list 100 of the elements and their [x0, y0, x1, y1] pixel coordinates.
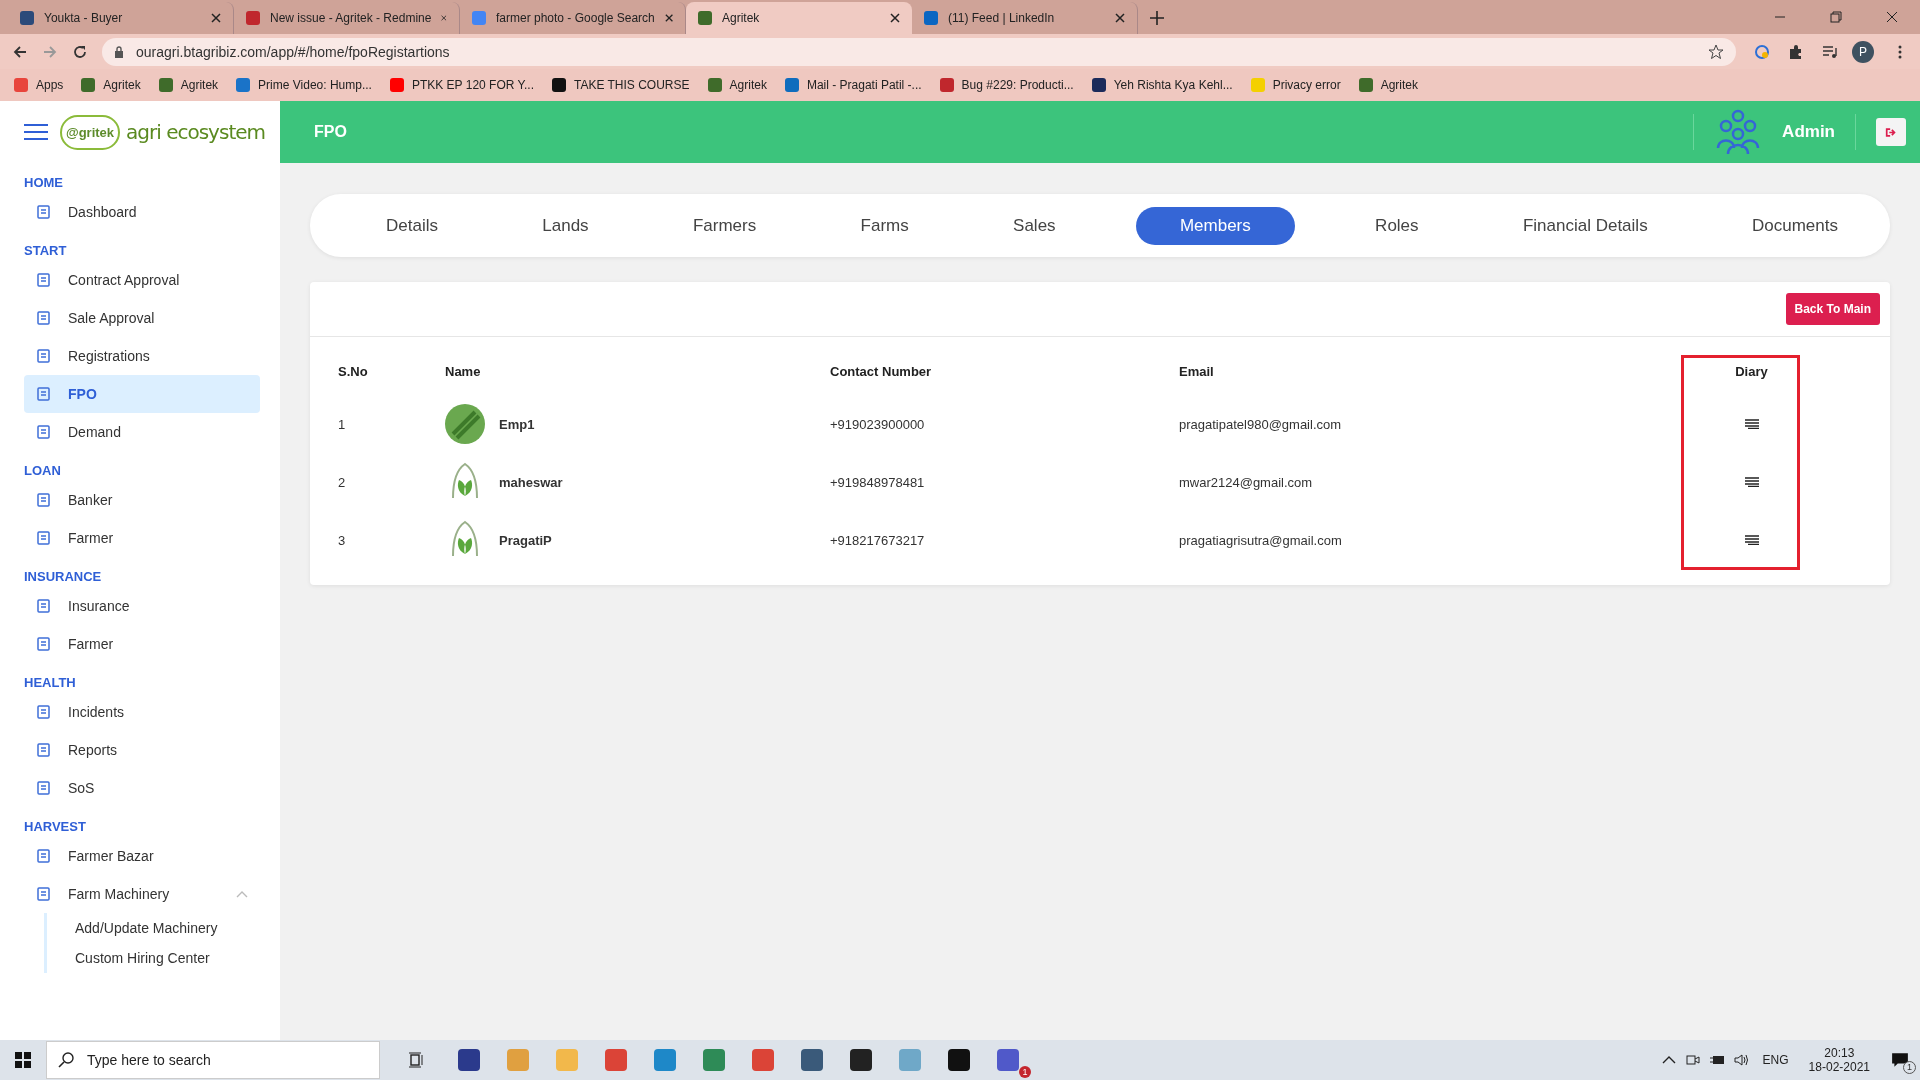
bookmark[interactable]: PTKK EP 120 FOR Y...: [389, 78, 534, 92]
photo-placeholder: [445, 404, 485, 444]
bookmark[interactable]: Prime Video: Hump...: [236, 78, 372, 92]
speaker-icon[interactable]: [1732, 1052, 1749, 1068]
sidebar-item[interactable]: Farmer Bazar: [24, 837, 260, 875]
bookmark[interactable]: Agritek: [1358, 78, 1419, 92]
address-field[interactable]: ouragri.btagribiz.com/app/#/home/fpoRegistartions: [102, 37, 1736, 66]
section-heading: INSURANCE: [24, 568, 103, 586]
bookmark[interactable]: Apps: [14, 78, 64, 92]
camera-icon[interactable]: [1684, 1052, 1701, 1068]
restore-icon[interactable]: [1830, 11, 1842, 23]
notification-icon[interactable]: [1891, 1051, 1909, 1069]
extension-icon[interactable]: [1754, 43, 1770, 60]
sidebar-item[interactable]: Demand: [24, 413, 260, 451]
back-to-main-button[interactable]: Back To Main: [1785, 293, 1880, 325]
tab[interactable]: Farmers: [668, 206, 781, 245]
column-header: Name: [444, 362, 482, 381]
bookmark[interactable]: Privacy error: [1250, 78, 1341, 92]
bookmark[interactable]: Agritek: [707, 78, 767, 92]
table-cell-text: 3: [337, 531, 347, 550]
windows-start-icon[interactable]: [15, 1052, 31, 1068]
close-icon[interactable]: [1886, 11, 1898, 23]
sidebar-item[interactable]: Incidents: [24, 693, 260, 731]
column-header: S.No: [337, 362, 369, 381]
section-heading: HOME: [24, 174, 64, 192]
member-name: Emp1: [499, 416, 535, 432]
close-icon[interactable]: [211, 13, 221, 23]
taskbar-search-field[interactable]: Type here to search: [46, 1041, 380, 1079]
tab[interactable]: Details: [362, 206, 462, 245]
profile-avatar[interactable]: P: [1852, 40, 1874, 63]
language-indicator[interactable]: ENG: [1762, 1053, 1789, 1067]
notification-badge: 1: [1019, 1066, 1031, 1078]
submenu-item[interactable]: Custom Hiring Center: [75, 943, 260, 973]
table-cell-text: mwar2124@gmail.com: [1178, 473, 1314, 492]
close-icon[interactable]: [890, 13, 900, 23]
bookmark[interactable]: Yeh Rishta Kya Kehl...: [1091, 78, 1233, 92]
user-name: Admin: [1782, 122, 1835, 142]
bookmark[interactable]: Agritek: [81, 78, 141, 92]
sidebar-item[interactable]: Contract Approval: [24, 261, 260, 299]
lock-icon: [114, 45, 124, 58]
app-icon[interactable]: [947, 1049, 970, 1071]
bookmark[interactable]: Mail - Pragati Patil -...: [784, 78, 922, 92]
tab[interactable]: Members: [1135, 206, 1295, 245]
bookmark[interactable]: Agritek: [158, 78, 219, 92]
sidebar-item[interactable]: Insurance: [24, 587, 260, 625]
table-cell-text: pragatiagrisutra@gmail.com: [1178, 531, 1343, 550]
table-cell-text: +919848978481: [829, 473, 926, 492]
sidebar-item[interactable]: Reports: [24, 731, 260, 769]
logout-icon: [1885, 126, 1897, 138]
sidebar-item[interactable]: SoS: [24, 769, 260, 807]
back-arrow-icon[interactable]: [12, 43, 28, 60]
app-icon[interactable]: [849, 1049, 872, 1071]
sidebar-item[interactable]: Banker: [24, 481, 260, 519]
table-cell-text: 1: [337, 415, 347, 434]
section-heading: START: [24, 242, 68, 260]
star-icon[interactable]: [1708, 43, 1724, 60]
member-name: maheswar: [499, 474, 563, 490]
reload-icon[interactable]: [72, 43, 88, 60]
section-heading: HEALTH: [24, 674, 77, 692]
tab[interactable]: Financial Details: [1498, 206, 1672, 245]
browser-tab[interactable]: Agritek: [686, 2, 912, 34]
column-header: Email: [1178, 362, 1215, 381]
bookmark[interactable]: TAKE THIS COURSE: [551, 78, 690, 92]
tab[interactable]: Documents: [1727, 206, 1862, 245]
table-cell-text: +919023900000: [829, 415, 926, 434]
column-header: Diary: [1734, 362, 1769, 381]
column-header: Contact Number: [829, 362, 933, 381]
new-tab-icon[interactable]: [1150, 11, 1164, 25]
logout-button[interactable]: [1876, 118, 1906, 146]
puzzle-icon[interactable]: [1788, 43, 1804, 60]
clock[interactable]: 20:13 18-02-2021: [1808, 1046, 1870, 1074]
sidebar-item[interactable]: Sale Approval: [24, 299, 260, 337]
sidebar-item[interactable]: Registrations: [24, 337, 260, 375]
tab[interactable]: Roles: [1351, 206, 1443, 245]
playlist-icon[interactable]: [1822, 43, 1838, 60]
table-cell-text: +918217673217: [829, 531, 926, 550]
logo-text: agri ecosystem: [126, 120, 265, 144]
table-cell-text: pragatipatel980@gmail.com: [1178, 415, 1343, 434]
close-icon[interactable]: [1115, 13, 1125, 23]
table-cell-text: 2: [337, 473, 347, 492]
submenu-item[interactable]: Add/Update Machinery: [75, 913, 260, 943]
app-icon[interactable]: [457, 1049, 480, 1071]
member-name: PragatiP: [499, 532, 552, 548]
notification-count: 1: [1903, 1061, 1916, 1074]
section-heading: LOAN: [24, 462, 62, 480]
logo-mark: @gritek: [60, 114, 121, 150]
tab[interactable]: Farms: [836, 206, 933, 245]
tab[interactable]: Lands: [518, 206, 613, 245]
task-view-icon[interactable]: [408, 1052, 424, 1068]
tab[interactable]: Sales: [989, 206, 1080, 245]
sidebar-item[interactable]: Farm Machinery: [24, 875, 260, 913]
page-title: FPO: [314, 123, 347, 141]
bookmark[interactable]: Bug #229: Producti...: [939, 78, 1074, 92]
sidebar-item[interactable]: FPO: [24, 375, 260, 413]
section-heading: HARVEST: [24, 818, 87, 836]
close-icon[interactable]: [664, 13, 673, 23]
menu-icon[interactable]: [24, 123, 48, 141]
sidebar-item[interactable]: Farmer: [24, 625, 260, 663]
sidebar-item[interactable]: Farmer: [24, 519, 260, 557]
sidebar-item[interactable]: Dashboard: [24, 193, 260, 231]
